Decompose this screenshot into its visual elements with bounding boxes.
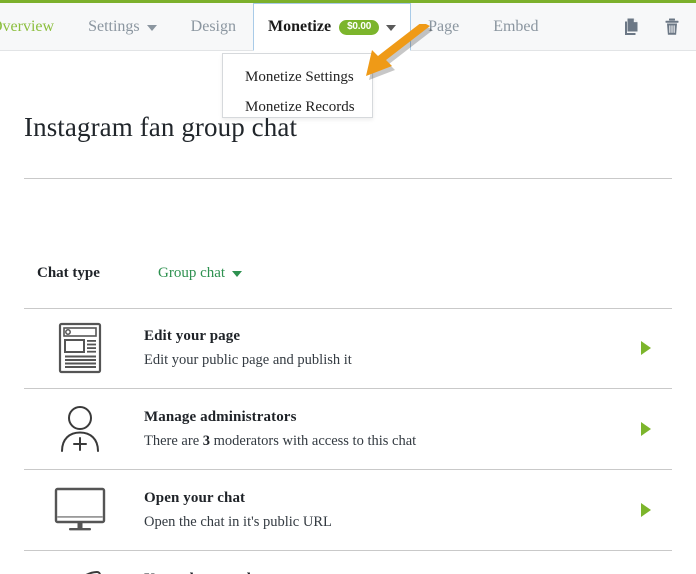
tab-list: Overview Settings Design Monetize $0.00 Page E… [0, 3, 556, 51]
chevron-right-glyph [641, 503, 651, 517]
action-description-text: moderators with access to this chat [210, 433, 416, 449]
monetize-balance-badge: $0.00 [339, 20, 379, 35]
dropdown-item-monetize-records[interactable]: Monetize Records [223, 93, 372, 123]
duplicate-icon[interactable] [622, 16, 642, 38]
action-description-highlight: 3 [203, 433, 210, 449]
action-row[interactable]: Edit your page Edit your public page and … [24, 308, 672, 389]
chevron-right-glyph [641, 422, 651, 436]
chevron-right-glyph [641, 341, 651, 355]
action-description: Open the chat in it's public URL [144, 514, 626, 531]
rocket-icon [44, 563, 116, 574]
trash-icon[interactable] [662, 16, 682, 38]
action-text: Manage administrators There are 3 moderat… [116, 409, 626, 450]
action-description-text: Open the chat in it's public URL [144, 514, 332, 530]
chat-type-value-label: Group chat [158, 265, 225, 282]
action-title: Manage administrators [144, 409, 626, 426]
tab-label: Design [191, 18, 236, 36]
app-root: Overview Settings Design Monetize $0.00 Page E… [0, 0, 696, 574]
tab-label: Settings [88, 18, 140, 36]
action-title: Edit your page [144, 328, 626, 345]
top-accent-bar [0, 0, 696, 3]
action-description-text: Edit your public page and publish it [144, 352, 352, 368]
action-row[interactable]: Upgrade your planYour current plan is li… [24, 551, 672, 574]
action-row[interactable]: Manage administrators There are 3 moderat… [24, 389, 672, 470]
chat-type-label: Chat type [37, 265, 100, 282]
monetize-dropdown-menu[interactable]: Monetize SettingsMonetize Records [222, 53, 373, 118]
action-description: There are 3 moderators with access to th… [144, 433, 626, 450]
chevron-right-icon[interactable] [626, 503, 666, 517]
header-tab-bar: Overview Settings Design Monetize $0.00 Page E… [0, 3, 696, 51]
tab-label: Page [428, 18, 459, 36]
tab-settings[interactable]: Settings [71, 3, 174, 51]
action-description: Edit your public page and publish it [144, 352, 626, 369]
tab-page[interactable]: Page [411, 3, 476, 51]
add-user-icon [44, 400, 116, 458]
action-text: Edit your page Edit your public page and … [116, 328, 626, 369]
chevron-down-icon [147, 25, 157, 31]
dropdown-item-monetize-settings[interactable]: Monetize Settings [223, 63, 372, 93]
tab-label: Embed [493, 18, 538, 36]
tab-label: Monetize [268, 18, 331, 36]
header-action-icons [622, 3, 682, 51]
action-description-text: There are [144, 433, 203, 449]
chevron-down-icon [386, 25, 396, 31]
tab-embed[interactable]: Embed [476, 3, 555, 51]
monitor-icon [44, 481, 116, 539]
chevron-down-icon [232, 271, 242, 277]
action-title: Open your chat [144, 490, 626, 507]
tab-design[interactable]: Design [174, 3, 253, 51]
chat-type-dropdown[interactable]: Group chat [158, 265, 242, 282]
chat-type-row: Chat type Group chat [0, 247, 696, 299]
action-text: Open your chat Open the chat in it's publ… [116, 490, 626, 531]
divider-title [24, 178, 672, 179]
chevron-right-icon[interactable] [626, 422, 666, 436]
tab-label: Overview [0, 18, 54, 36]
chevron-right-icon[interactable] [626, 341, 666, 355]
document-page-icon [44, 319, 116, 377]
action-list: Edit your page Edit your public page and … [0, 308, 696, 574]
tab-monetize[interactable]: Monetize $0.00 [253, 3, 411, 51]
action-row[interactable]: Open your chat Open the chat in it's publ… [24, 470, 672, 551]
tab-overview[interactable]: Overview [0, 3, 71, 51]
